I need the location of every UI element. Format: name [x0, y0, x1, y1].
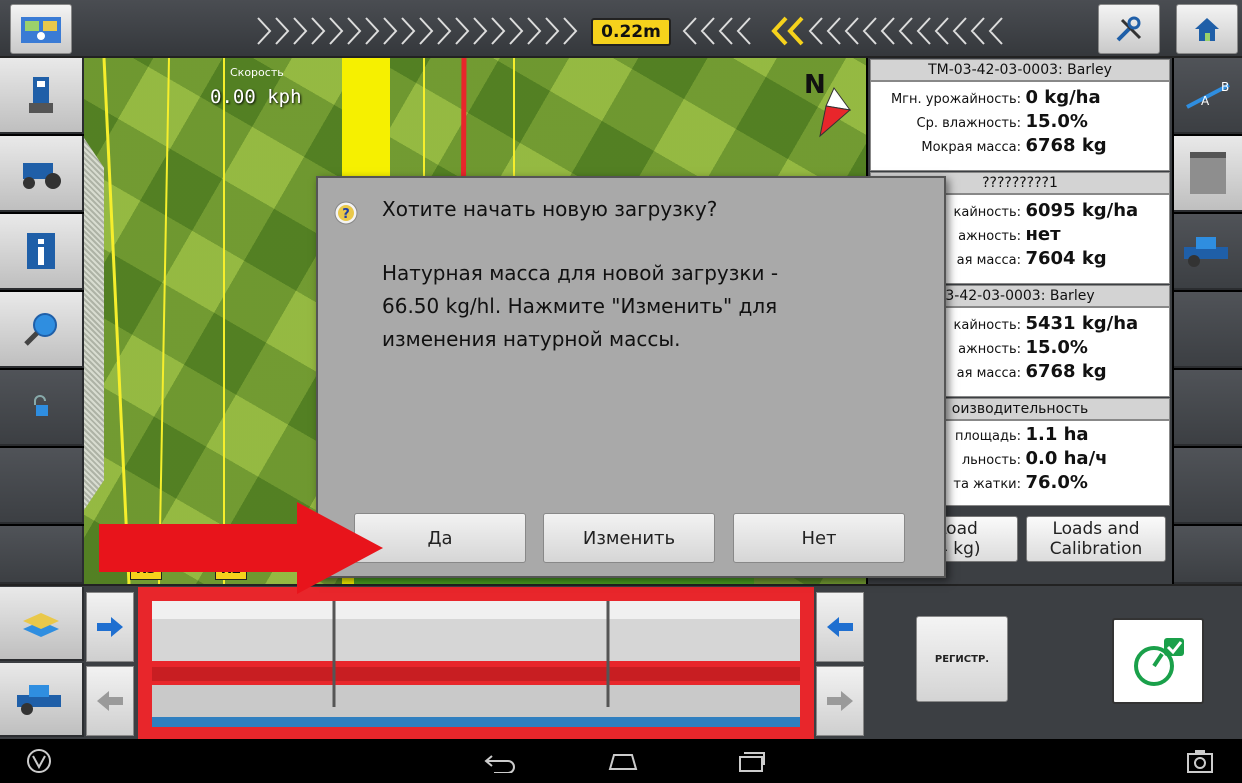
info-row: Мокрая масса: 6768 kg	[871, 134, 1169, 158]
layers-button[interactable]	[0, 587, 84, 661]
svg-text:B: B	[1221, 80, 1229, 94]
info-row-value: 6095 kg/ha	[1025, 200, 1139, 221]
header-image	[138, 587, 814, 739]
dialog-message-line: Натурная масса для новой загрузки -	[382, 261, 779, 285]
screenshot-icon[interactable]	[1186, 747, 1214, 775]
loads-calibration-line1: Loads and	[1052, 519, 1140, 539]
tools-icon	[1116, 16, 1142, 42]
recent-apps-icon[interactable]	[738, 751, 766, 773]
empty-right-slot-3	[1174, 448, 1242, 524]
ab-line-button[interactable]: A B	[1174, 58, 1242, 134]
arrow-left-icon	[827, 617, 853, 637]
system-nav-bar	[0, 739, 1242, 783]
empty-left-slot-2	[0, 526, 84, 584]
info-row-value: 15.0%	[1025, 111, 1088, 132]
svg-text:?: ?	[342, 207, 350, 222]
vehicle-setup-button[interactable]	[0, 136, 84, 212]
offset-readout: 0.22m	[591, 18, 671, 46]
speed-label: Скорость	[230, 66, 284, 79]
info-row-value: нет	[1025, 224, 1061, 245]
gps-status-button[interactable]	[10, 4, 72, 54]
dialog-message-line: изменения натурной массы.	[382, 327, 681, 351]
dialog-message: Натурная масса для новой загрузки - 66.5…	[382, 257, 912, 356]
grain-tank-button[interactable]	[1174, 136, 1242, 212]
tools-button[interactable]	[1098, 4, 1160, 54]
empty-right-slot-4	[1174, 526, 1242, 584]
svg-text:A: A	[1201, 94, 1210, 108]
section-right-out-button[interactable]	[816, 666, 864, 736]
home-button[interactable]	[1176, 4, 1238, 54]
info-row-value: 0.0 ha/ч	[1025, 448, 1108, 469]
info-row-value: 76.0%	[1025, 472, 1088, 493]
section-left-out-button[interactable]	[86, 666, 134, 736]
empty-right-slot-2	[1174, 370, 1242, 446]
zoom-button[interactable]	[0, 292, 84, 368]
info-row-label: Ср. влажность:	[916, 116, 1021, 131]
info-button[interactable]	[0, 214, 84, 290]
info-row-value: 1.1 ha	[1025, 424, 1089, 445]
info-row-value: 0 kg/ha	[1025, 87, 1101, 108]
field1-body: Мгн. урожайность: 0 kg/ha Ср. влажность:…	[870, 81, 1170, 171]
empty-left-slot-1	[0, 448, 84, 524]
info-row-label: Мгн. урожайность:	[890, 92, 1021, 107]
app-logo-icon	[27, 749, 51, 773]
harvester-header-image[interactable]	[138, 587, 814, 739]
ab-line-icon: A B	[1186, 80, 1230, 109]
info-row-value: 6768 kg	[1025, 361, 1107, 382]
dialog-title: Хотите начать новую загрузку?	[382, 197, 718, 221]
compass[interactable]: N	[800, 66, 860, 146]
magnifier-icon	[24, 313, 57, 346]
change-button[interactable]: Изменить	[543, 513, 715, 563]
lock-button[interactable]	[0, 370, 84, 446]
info-row-label: Мокрая масса:	[921, 140, 1021, 155]
field1-header: TM-03-42-03-0003: Barley	[870, 59, 1170, 81]
info-row: Ср. влажность: 15.0%	[871, 110, 1169, 134]
layers-icon	[23, 613, 59, 637]
grain-tank-icon	[1190, 152, 1226, 194]
arrow-right-icon	[827, 691, 853, 711]
compass-arrow-icon	[819, 87, 852, 138]
gauge-check-icon	[1134, 638, 1184, 686]
combine-view-button[interactable]	[1174, 214, 1242, 290]
info-row-value: 7604 kg	[1025, 248, 1107, 269]
question-icon: ?	[334, 201, 358, 225]
no-button[interactable]: Нет	[733, 513, 905, 563]
dialog-message-line: 66.50 kg/hl. Нажмите "Изменить" для	[382, 294, 778, 318]
loads-calibration-button[interactable]: Loads and Calibration	[1026, 516, 1166, 562]
speed-value: 0.00 kph	[210, 86, 302, 108]
calibration-check-button[interactable]	[1112, 618, 1204, 704]
info-row: Мгн. урожайность: 0 kg/ha	[871, 86, 1169, 110]
info-row-value: 5431 kg/ha	[1025, 313, 1139, 334]
implement-setup-button[interactable]	[0, 58, 84, 134]
info-row-value: 6768 kg	[1025, 135, 1107, 156]
record-button[interactable]: РЕГИСТР.	[916, 616, 1008, 702]
tractor-icon	[23, 163, 61, 189]
home-icon	[1195, 18, 1219, 41]
unlock-icon	[34, 395, 48, 416]
home-nav-icon[interactable]	[608, 751, 638, 773]
section-left-in-button[interactable]	[86, 592, 134, 662]
collapse-handle[interactable]	[84, 138, 104, 510]
machine-view-button[interactable]	[0, 663, 84, 737]
back-icon[interactable]	[484, 753, 518, 773]
combine-icon	[1184, 237, 1228, 267]
annotation-arrow-icon	[99, 502, 383, 594]
arrow-left-icon	[97, 691, 123, 711]
satellite-icon	[21, 17, 61, 43]
empty-right-slot-1	[1174, 292, 1242, 368]
arrow-right-icon	[97, 617, 123, 637]
section-right-in-button[interactable]	[816, 592, 864, 662]
implement-icon	[29, 77, 53, 113]
info-icon	[27, 233, 55, 269]
info-row-value: 15.0%	[1025, 337, 1088, 358]
combine-icon	[17, 685, 61, 715]
loads-calibration-line2: Calibration	[1049, 539, 1143, 559]
